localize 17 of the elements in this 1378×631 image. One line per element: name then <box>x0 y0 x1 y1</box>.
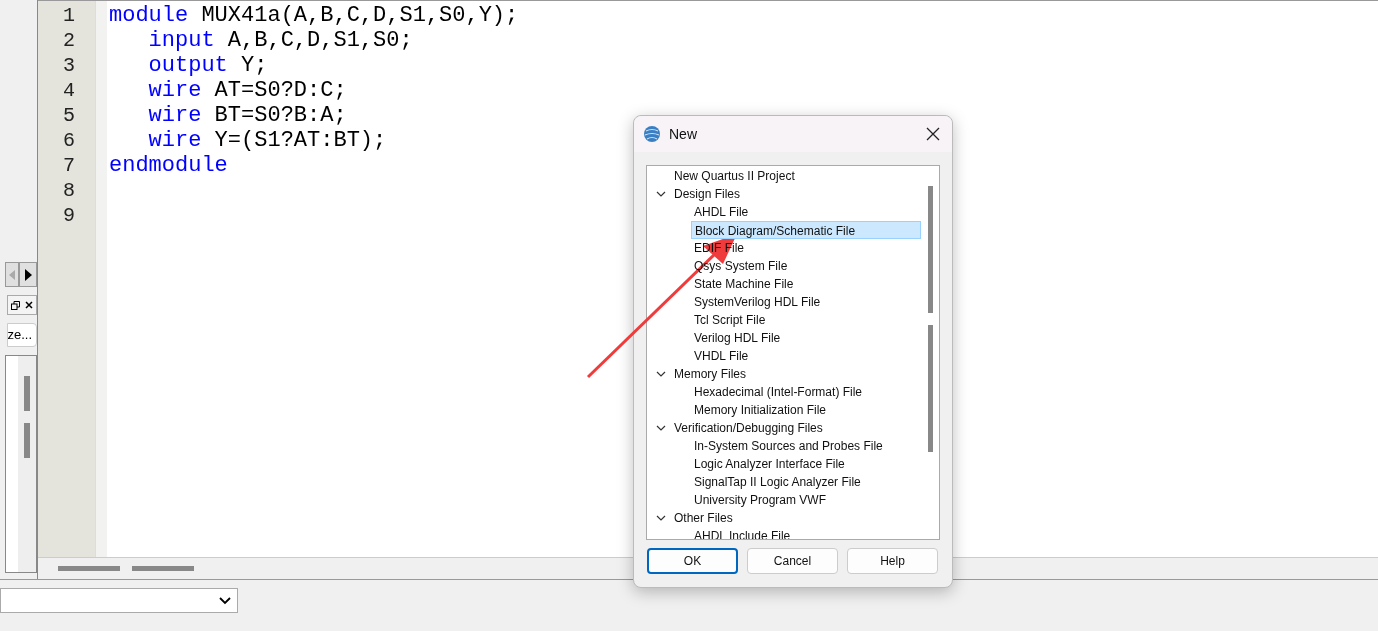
dialog-title: New <box>669 124 697 144</box>
code-line: output Y; <box>147 53 268 78</box>
code-line: module MUX41a(A,B,C,D,S1,S0,Y); <box>109 3 519 28</box>
line-number: 1 <box>62 3 76 28</box>
line-number: 9 <box>62 203 76 228</box>
line-number: 5 <box>62 103 76 128</box>
line-number: 3 <box>62 53 76 78</box>
line-number: 7 <box>62 153 76 178</box>
code-line: endmodule <box>109 153 228 178</box>
code-line: wire AT=S0?D:C; <box>147 78 347 103</box>
code-line: wire Y=(S1?AT:BT); <box>147 128 387 153</box>
line-number: 8 <box>62 178 76 203</box>
line-number: 2 <box>62 28 76 53</box>
code-line: wire BT=S0?B:A; <box>147 103 347 128</box>
line-number: 4 <box>62 78 76 103</box>
line-number: 6 <box>62 128 76 153</box>
code-line: input A,B,C,D,S1,S0; <box>147 28 413 53</box>
